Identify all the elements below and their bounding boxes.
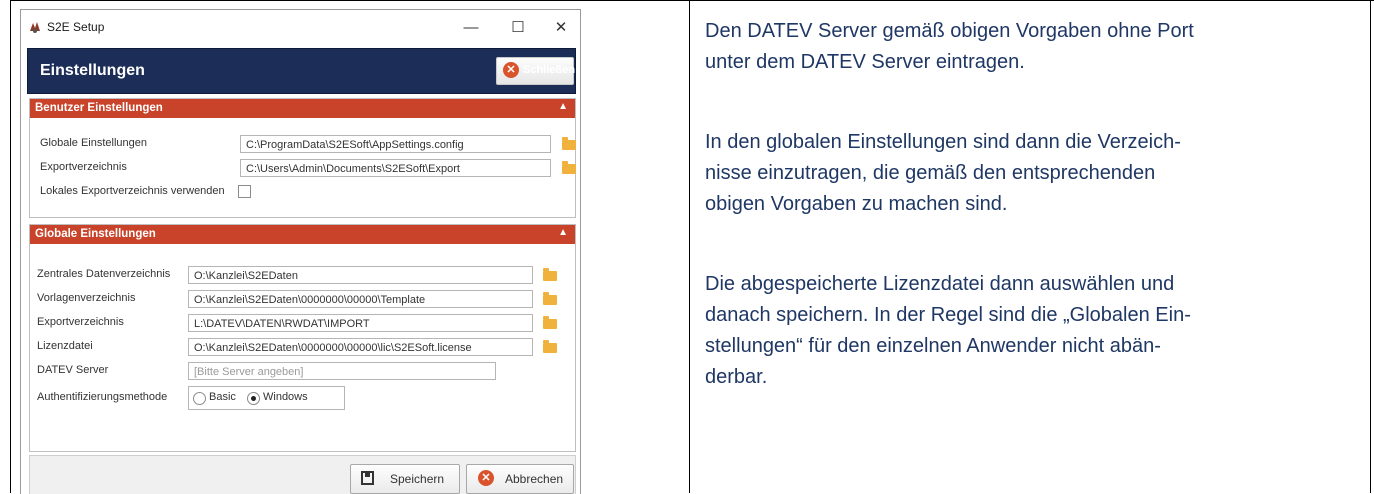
central-data-dir-field[interactable]: O:\Kanzlei\S2EDaten (188, 266, 533, 284)
auth-method-group: Basic Windows (188, 386, 345, 410)
close-button[interactable]: ✕ Schließen (496, 57, 575, 85)
page-title: Einstellungen (40, 62, 145, 79)
template-dir-field[interactable]: O:\Kanzlei\S2EDaten\0000000\00000\Templa… (188, 290, 533, 308)
global-settings-header[interactable]: Globale Einstellungen ▲ (30, 225, 575, 244)
description-line: obigen Vorgaben zu machen sind. (705, 193, 1008, 215)
folder-icon[interactable] (543, 268, 557, 281)
description-line: derbar. (705, 366, 768, 388)
datev-server-input[interactable]: [Bitte Server angeben] (188, 362, 496, 380)
license-file-field[interactable]: O:\Kanzlei\S2EDaten\0000000\00000\lic\S2… (188, 338, 533, 356)
license-file-label: Lizenzdatei (37, 340, 93, 352)
minimize-button[interactable]: — (456, 16, 486, 40)
global-settings-section: Globale Einstellungen ▲ Zentrales Datenv… (29, 224, 576, 452)
save-disk-icon (361, 471, 374, 485)
user-settings-title: Benutzer Einstellungen (35, 102, 163, 114)
auth-method-label: Authentifizierungsmethode (37, 391, 168, 403)
table-border-left (10, 0, 11, 493)
auth-windows-radio[interactable] (247, 392, 260, 405)
window-title: S2E Setup (47, 20, 105, 34)
table-border-top (10, 0, 1374, 1)
window-titlebar: S2E Setup — ☐ ✕ (21, 10, 580, 45)
global-export-dir-field[interactable]: L:\DATEV\DATEN\RWDAT\IMPORT (188, 314, 533, 332)
auth-basic-radio[interactable] (193, 392, 206, 405)
folder-icon[interactable] (543, 292, 557, 305)
auth-windows-label[interactable]: Windows (263, 391, 308, 403)
folder-icon[interactable] (543, 316, 557, 329)
local-export-checkbox[interactable] (238, 185, 251, 198)
user-settings-section: Benutzer Einstellungen ▲ Globale Einstel… (29, 98, 576, 218)
local-export-label: Lokales Exportverzeichnis verwenden (40, 185, 225, 197)
user-export-dir-label: Exportverzeichnis (40, 161, 127, 173)
cancel-circle-icon: ✕ (478, 470, 494, 486)
description-line: nisse einzutragen, die gemäß den entspre… (705, 162, 1156, 184)
cancel-button[interactable]: ✕ Abbrechen (466, 464, 574, 494)
cancel-button-label: Abbrechen (505, 472, 564, 486)
global-export-dir-label: Exportverzeichnis (37, 316, 124, 328)
global-settings-label: Globale Einstellungen (40, 137, 148, 149)
table-border-middle (689, 0, 690, 493)
close-circle-icon: ✕ (503, 62, 519, 78)
save-button[interactable]: Speichern (350, 464, 460, 494)
folder-icon[interactable] (562, 137, 576, 150)
window-close-button[interactable]: ✕ (546, 16, 576, 40)
folder-icon[interactable] (562, 161, 576, 174)
description-line: Die abgespeicherte Lizenzdatei dann ausw… (705, 273, 1175, 295)
description-line: Den DATEV Server gemäß obigen Vorgaben o… (705, 20, 1194, 42)
description-paragraph-1: Den DATEV Server gemäß obigen Vorgaben o… (705, 16, 1355, 78)
description-line: danach speichern. In der Regel sind die … (705, 304, 1191, 326)
description-paragraph-3: Die abgespeicherte Lizenzdatei dann ausw… (705, 269, 1355, 393)
user-settings-header[interactable]: Benutzer Einstellungen ▲ (30, 99, 575, 118)
datev-server-label: DATEV Server (37, 364, 109, 376)
description-line: unter dem DATEV Server eintragen. (705, 51, 1025, 73)
collapse-caret-icon: ▲ (558, 101, 568, 112)
app-logo-icon (30, 22, 40, 33)
dialog-footer: Speichern ✕ Abbrechen (29, 455, 576, 494)
maximize-button[interactable]: ☐ (503, 16, 533, 40)
folder-icon[interactable] (543, 340, 557, 353)
s2e-setup-window: S2E Setup — ☐ ✕ Einstellungen ✕ Schließe… (20, 9, 581, 494)
table-border-right (1370, 0, 1371, 493)
description-line: stellungen“ für den einzelnen Anwender n… (705, 335, 1161, 357)
user-export-dir-field[interactable]: C:\Users\Admin\Documents\S2ESoft\Export (240, 159, 551, 177)
save-button-label: Speichern (390, 472, 445, 486)
global-settings-title: Globale Einstellungen (35, 228, 156, 240)
collapse-caret-icon: ▲ (558, 227, 568, 238)
close-button-label: Schließen (523, 64, 575, 76)
auth-basic-label[interactable]: Basic (209, 391, 236, 403)
description-line: In den globalen Einstellungen sind dann … (705, 131, 1181, 153)
global-settings-field[interactable]: C:\ProgramData\S2ESoft\AppSettings.confi… (240, 135, 551, 153)
template-dir-label: Vorlagenverzeichnis (37, 292, 136, 304)
settings-header: Einstellungen ✕ Schließen (27, 48, 576, 94)
description-paragraph-2: In den globalen Einstellungen sind dann … (705, 127, 1355, 220)
central-data-dir-label: Zentrales Datenverzeichnis (37, 268, 171, 280)
